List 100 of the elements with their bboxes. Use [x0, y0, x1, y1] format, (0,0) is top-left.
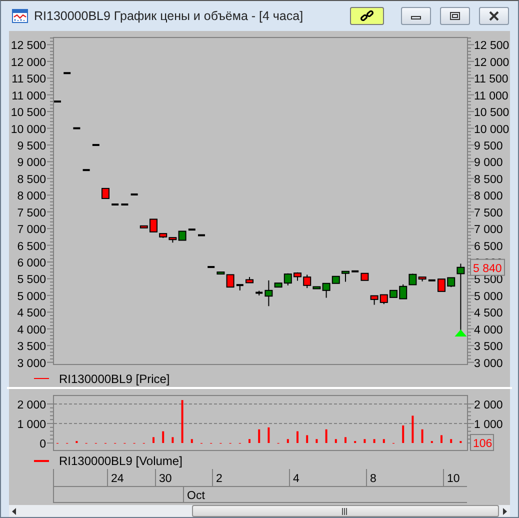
axis-label: 7 000: [17, 224, 46, 236]
candlestick: [82, 169, 90, 172]
axis-label: 7 000: [474, 224, 503, 236]
axis-label: 0: [40, 438, 46, 450]
volume-bar: [402, 425, 404, 443]
candlestick: [73, 127, 80, 130]
axis-label: 4 500: [17, 308, 46, 320]
axis-label: 6 500: [17, 240, 46, 253]
candlestick: [246, 276, 254, 284]
candlestick: [64, 72, 71, 74]
axis-label: 3 500: [474, 341, 503, 354]
day-label: 30: [159, 473, 172, 485]
candlestick: [390, 290, 398, 298]
axis-label: 7 500: [474, 207, 503, 220]
window-title: RI130000BL9 График цены и объёма - [4 часа]: [34, 9, 304, 23]
axis-label: 5 000: [17, 290, 46, 303]
axis-label: 9 500: [474, 140, 503, 152]
volume-bar: [412, 416, 414, 443]
volume-bar: [450, 439, 452, 443]
axis-label: 10 500: [10, 107, 46, 120]
axis-label: 6 000: [17, 258, 46, 270]
candlestick: [54, 100, 61, 103]
candlestick: [102, 188, 110, 199]
axis-label: 2 000: [474, 399, 503, 412]
axis-label: 11 500: [474, 74, 508, 86]
volume-bar: [286, 439, 289, 443]
maximize-button[interactable]: [440, 7, 470, 25]
axis-label: 12 000: [10, 56, 46, 69]
axis-label: 10 000: [474, 124, 510, 136]
day-label: 8: [370, 473, 376, 485]
volume-bar: [172, 437, 174, 443]
volume-bar: [325, 429, 328, 443]
candlestick: [370, 295, 378, 306]
axis-label: 12 500: [10, 40, 46, 52]
day-label: 4: [293, 473, 300, 485]
candlestick: [256, 290, 263, 296]
volume-bar: [306, 435, 308, 443]
axis-label: 8 000: [17, 190, 46, 203]
day-label: 24: [111, 473, 124, 485]
candlestick: [140, 225, 148, 228]
axis-label: 7 500: [17, 207, 46, 220]
volume-bar: [364, 439, 366, 443]
candlestick: [399, 284, 408, 300]
axis-label: 9 000: [17, 157, 46, 170]
day-label: 2: [216, 473, 222, 485]
candlestick: [380, 294, 388, 305]
axis-label: 5 000: [474, 290, 503, 303]
candlestick: [428, 279, 436, 282]
axis-label: 8 500: [474, 174, 503, 186]
volume-bar: [181, 400, 184, 443]
candlestick: [150, 218, 158, 232]
axis-label: 12 000: [474, 56, 510, 69]
axis-label: 10 000: [10, 124, 46, 136]
horizontal-scrollbar[interactable]: [9, 505, 510, 517]
axis-label: 12 500: [474, 40, 510, 52]
maximize-icon: [449, 11, 461, 21]
left-arrow-icon: [12, 508, 18, 514]
last-price-badge: 5 840: [470, 258, 505, 276]
axis-label: 8 000: [474, 190, 503, 203]
axis-label: 9 500: [17, 140, 46, 152]
legend-label: RI130000BL9 [Price]: [59, 372, 170, 386]
volume-bar: [373, 439, 376, 443]
volume-bar: [258, 429, 260, 443]
candlestick: [236, 284, 244, 291]
axis-label: 4 000: [17, 324, 46, 336]
axis-label: 1 000: [474, 419, 503, 431]
close-icon: [488, 11, 500, 21]
candlestick: [438, 278, 446, 292]
volume-bar: [190, 439, 193, 443]
axis-label: 1 000: [17, 419, 46, 431]
axis-label: 9 000: [474, 157, 503, 170]
candlestick: [342, 270, 350, 282]
candlestick: [92, 144, 100, 146]
axis-label: 3 000: [17, 358, 46, 370]
candlestick: [294, 272, 302, 282]
axis-label: 8 500: [17, 174, 46, 186]
grip-icon: [342, 508, 348, 514]
volume-bar: [334, 439, 337, 443]
axis-label: 5 500: [17, 274, 46, 286]
month-label: Oct: [187, 490, 205, 502]
axis-label: 11 500: [12, 74, 46, 86]
volume-bar: [421, 429, 424, 443]
axis-label: 6 500: [474, 240, 503, 253]
axis-label: 3 000: [474, 358, 503, 370]
minimize-button[interactable]: [401, 7, 431, 25]
volume-bar: [316, 439, 318, 443]
legend-label: RI130000BL9 [Volume]: [59, 454, 182, 468]
chart-app-icon: [12, 9, 28, 23]
volume-bar: [268, 427, 270, 443]
close-button[interactable]: [479, 7, 509, 25]
volume-bar: [162, 431, 164, 443]
last-volume-badge: 106: [470, 434, 494, 451]
axis-label: 11 000: [474, 90, 508, 102]
axis-label: 4 000: [474, 324, 503, 336]
axis-label: 2 000: [17, 399, 46, 412]
link-button[interactable]: [350, 7, 384, 25]
scrollbar-thumb[interactable]: [192, 505, 498, 517]
volume-bar: [382, 439, 385, 443]
right-arrow-icon: [502, 508, 507, 514]
axis-label: 3 500: [17, 341, 46, 354]
